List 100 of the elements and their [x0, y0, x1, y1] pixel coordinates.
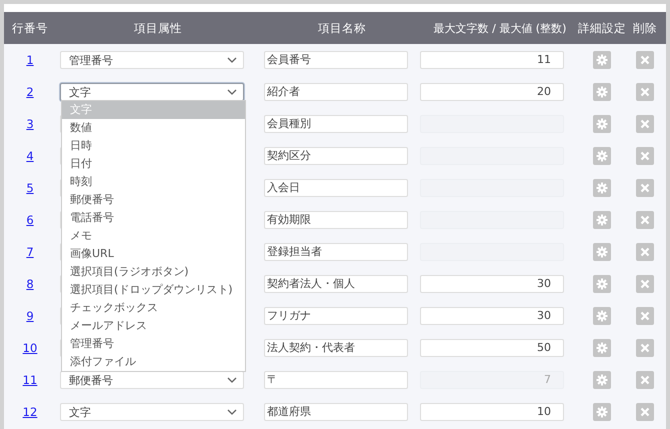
- settings-button[interactable]: [593, 211, 611, 229]
- dropdown-option[interactable]: 日付: [62, 155, 245, 173]
- settings-button[interactable]: [593, 147, 611, 165]
- close-icon: [640, 247, 650, 257]
- attribute-select[interactable]: 郵便番号: [60, 371, 244, 389]
- delete-button[interactable]: [636, 147, 654, 165]
- attribute-select[interactable]: 文字: [60, 403, 244, 421]
- delete-button[interactable]: [636, 83, 654, 101]
- settings-button[interactable]: [593, 179, 611, 197]
- close-icon: [640, 183, 650, 193]
- name-field[interactable]: 有効期限: [264, 211, 408, 229]
- close-icon: [640, 215, 650, 225]
- settings-button[interactable]: [593, 83, 611, 101]
- name-field[interactable]: フリガナ: [264, 307, 408, 325]
- name-field[interactable]: 契約区分: [264, 147, 408, 165]
- delete-button[interactable]: [636, 307, 654, 325]
- settings-icon: [596, 150, 608, 162]
- close-icon: [640, 375, 650, 385]
- dropdown-option[interactable]: 管理番号: [62, 335, 245, 353]
- column-header: 項目名称: [317, 20, 366, 36]
- settings-icon: [596, 182, 608, 194]
- settings-icon: [596, 54, 608, 66]
- settings-button[interactable]: [593, 51, 611, 69]
- settings-button[interactable]: [593, 371, 611, 389]
- name-field[interactable]: 法人契約・代表者: [264, 339, 408, 357]
- caret-icon: [227, 57, 237, 63]
- name-field[interactable]: 会員番号: [264, 51, 408, 69]
- max-value-field[interactable]: 10: [420, 403, 564, 421]
- delete-button[interactable]: [636, 211, 654, 229]
- settings-button[interactable]: [593, 243, 611, 261]
- close-icon: [640, 151, 650, 161]
- dropdown-option[interactable]: 電話番号: [62, 209, 245, 227]
- dropdown-option[interactable]: 日時: [62, 137, 245, 155]
- row-number-link[interactable]: 4: [26, 149, 34, 163]
- row-number-link[interactable]: 1: [26, 53, 34, 67]
- name-field[interactable]: 契約者法人・個人: [264, 275, 408, 293]
- settings-icon: [596, 246, 608, 258]
- name-field[interactable]: 〒: [264, 371, 408, 389]
- settings-icon: [596, 310, 608, 322]
- delete-button[interactable]: [636, 243, 654, 261]
- row-number-link[interactable]: 9: [26, 309, 34, 323]
- row-number-link[interactable]: 3: [26, 117, 34, 131]
- dropdown-option[interactable]: 選択項目(ドロップダウンリスト): [62, 281, 245, 299]
- caret-icon: [227, 377, 237, 383]
- max-value-field[interactable]: 30: [420, 275, 564, 293]
- max-value-field[interactable]: 11: [420, 51, 564, 69]
- close-icon: [640, 55, 650, 65]
- row-number-link[interactable]: 11: [22, 373, 38, 387]
- settings-button[interactable]: [593, 339, 611, 357]
- dropdown-option[interactable]: 添付ファイル: [62, 353, 245, 371]
- row-number-link[interactable]: 8: [26, 277, 34, 291]
- close-icon: [640, 119, 650, 129]
- settings-icon: [596, 406, 608, 418]
- settings-icon: [596, 214, 608, 226]
- delete-button[interactable]: [636, 115, 654, 133]
- column-header: 最大文字数 / 最大値 (整数): [434, 20, 566, 36]
- dropdown-option[interactable]: 画像URL: [62, 245, 245, 263]
- caret-icon: [227, 89, 237, 95]
- settings-button[interactable]: [593, 275, 611, 293]
- row-number-link[interactable]: 5: [26, 181, 34, 195]
- settings-button[interactable]: [593, 403, 611, 421]
- name-field[interactable]: 紹介者: [264, 83, 408, 101]
- settings-icon: [596, 374, 608, 386]
- max-value-field[interactable]: 20: [420, 83, 564, 101]
- dropdown-option[interactable]: 時刻: [62, 173, 245, 191]
- delete-button[interactable]: [636, 275, 654, 293]
- dropdown-option[interactable]: チェックボックス: [62, 299, 245, 317]
- delete-button[interactable]: [636, 371, 654, 389]
- row-number-link[interactable]: 7: [26, 245, 34, 259]
- row-number-link[interactable]: 12: [22, 405, 38, 419]
- row-number-link[interactable]: 10: [22, 341, 38, 355]
- attribute-select[interactable]: 文字: [60, 83, 244, 101]
- close-icon: [640, 311, 650, 321]
- row-number-link[interactable]: 6: [26, 213, 34, 227]
- max-value-field[interactable]: 50: [420, 339, 564, 357]
- settings-icon: [596, 278, 608, 290]
- delete-button[interactable]: [636, 51, 654, 69]
- name-field[interactable]: 入会日: [264, 179, 408, 197]
- settings-button[interactable]: [593, 307, 611, 325]
- column-header: 行番号: [11, 20, 48, 36]
- dropdown-option[interactable]: 数値: [62, 119, 245, 137]
- settings-icon: [596, 118, 608, 130]
- row-number-link[interactable]: 2: [26, 85, 34, 99]
- caret-icon: [227, 409, 237, 415]
- close-icon: [640, 279, 650, 289]
- name-field[interactable]: 会員種別: [264, 115, 408, 133]
- attribute-select[interactable]: 管理番号: [60, 51, 244, 69]
- dropdown-option[interactable]: 選択項目(ラジオボタン): [62, 263, 245, 281]
- dropdown-option[interactable]: メールアドレス: [62, 317, 245, 335]
- delete-button[interactable]: [636, 339, 654, 357]
- name-field[interactable]: 登録担当者: [264, 243, 408, 261]
- delete-button[interactable]: [636, 179, 654, 197]
- dropdown-option[interactable]: メモ: [62, 227, 245, 245]
- dropdown-option[interactable]: 郵便番号: [62, 191, 245, 209]
- settings-icon: [596, 86, 608, 98]
- column-header: 削除: [633, 20, 657, 36]
- delete-button[interactable]: [636, 403, 654, 421]
- settings-button[interactable]: [593, 115, 611, 133]
- name-field[interactable]: 都道府県: [264, 403, 408, 421]
- max-value-field[interactable]: 30: [420, 307, 564, 325]
